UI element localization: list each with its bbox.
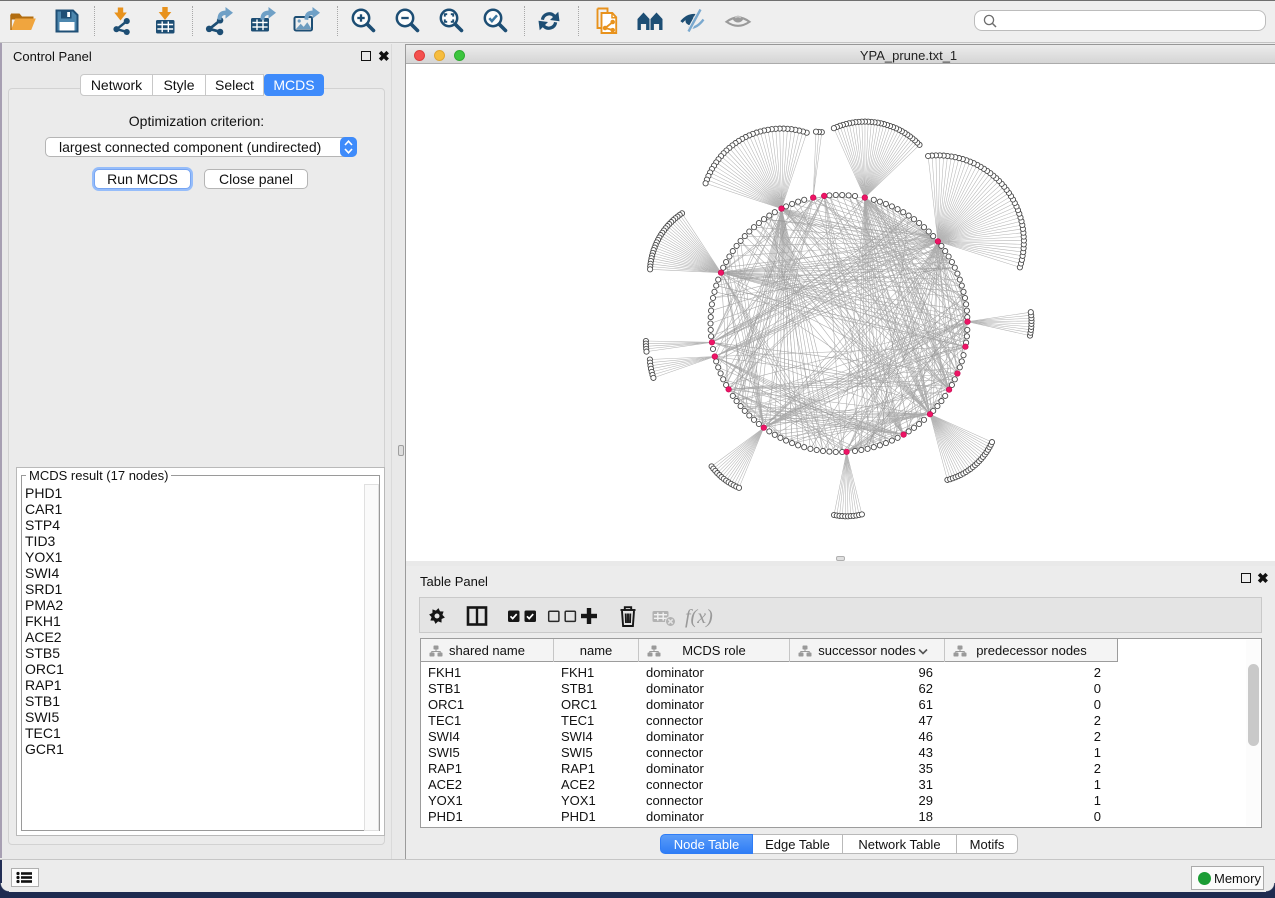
svg-text:f(x): f(x) xyxy=(685,606,713,628)
